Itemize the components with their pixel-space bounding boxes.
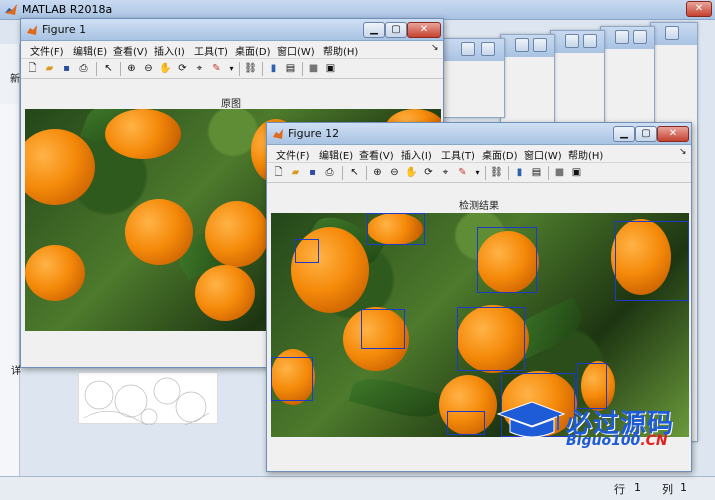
hide-plot-tools-icon[interactable]: ■ [306, 62, 321, 76]
detection-box [295, 239, 319, 263]
detection-box [271, 357, 313, 401]
hide-plot-tools-icon[interactable]: ■ [552, 166, 567, 180]
save-icon[interactable]: ▪ [305, 166, 320, 180]
edge-image-thumbnail [78, 372, 218, 429]
figure-12-toolbar: 🗋 ▰ ▪ ⎙ ↖ ⊕ ⊖ ✋ ⟳ ⌖ ✎ ▾ ⛓ ▮ ▤ ■ ▣ [267, 162, 691, 183]
figure-12-menu-bar: 文件(F) 编辑(E) 查看(V) 插入(I) 工具(T) 桌面(D) 窗口(W… [267, 145, 691, 162]
new-figure-icon[interactable]: 🗋 [271, 166, 286, 180]
menu-insert[interactable]: 插入(I) [401, 147, 432, 162]
detection-box [477, 227, 537, 293]
figure-1-title-bar[interactable]: Figure 1 ▁ ▢ ✕ [21, 19, 443, 41]
pointer-icon[interactable]: ↖ [347, 166, 362, 180]
figure-1-menu-bar: 文件(F) 编辑(E) 查看(V) 插入(I) 工具(T) 桌面(D) 窗口(W… [21, 41, 443, 58]
menu-file[interactable]: 文件(F) [276, 147, 310, 162]
graduation-cap-icon [496, 401, 566, 438]
show-plot-tools-icon[interactable]: ▣ [569, 166, 584, 180]
detection-box [447, 411, 485, 435]
minimize-button[interactable]: ▁ [363, 22, 385, 38]
minimize-button[interactable]: ▁ [613, 126, 635, 142]
menu-view[interactable]: 查看(V) [113, 43, 148, 58]
background-figure-window[interactable] [440, 38, 505, 118]
menu-insert[interactable]: 插入(I) [154, 43, 185, 58]
zoom-out-icon[interactable]: ⊖ [387, 166, 402, 180]
matlab-logo-icon [5, 4, 17, 15]
close-button[interactable]: ✕ [657, 126, 689, 142]
data-cursor-icon[interactable]: ⌖ [192, 62, 207, 76]
figure-1-toolbar: 🗋 ▰ ▪ ⎙ ↖ ⊕ ⊖ ✋ ⟳ ⌖ ✎ ▾ ⛓ ▮ ▤ ■ ▣ [21, 58, 443, 79]
zoom-out-icon[interactable]: ⊖ [141, 62, 156, 76]
matlab-title: MATLAB R2018a [22, 3, 113, 16]
brush-dropdown-icon[interactable]: ▾ [470, 166, 485, 180]
legend-icon[interactable]: ▤ [283, 62, 298, 76]
rotate-icon[interactable]: ⟳ [421, 166, 436, 180]
open-icon[interactable]: ▰ [42, 62, 57, 76]
print-icon[interactable]: ⎙ [322, 166, 337, 180]
matlab-close-button[interactable]: ✕ [686, 1, 712, 17]
detection-box [457, 307, 525, 371]
print-icon[interactable]: ⎙ [76, 62, 91, 76]
figure-12-title: Figure 12 [288, 127, 340, 140]
detection-box [367, 213, 425, 245]
menu-file[interactable]: 文件(F) [30, 43, 64, 58]
menu-edit[interactable]: 编辑(E) [73, 43, 107, 58]
save-icon[interactable]: ▪ [59, 62, 74, 76]
maximize-button[interactable]: ▢ [635, 126, 657, 142]
status-col-value: 1 [680, 481, 687, 494]
close-button[interactable]: ✕ [407, 22, 441, 38]
show-plot-tools-icon[interactable]: ▣ [323, 62, 338, 76]
axes-title: 原图 [221, 99, 241, 110]
detection-box [615, 221, 689, 301]
pointer-icon[interactable]: ↖ [101, 62, 116, 76]
open-icon[interactable]: ▰ [288, 166, 303, 180]
status-row-label: 行 [614, 483, 625, 496]
menu-desktop[interactable]: 桌面(D) [482, 147, 518, 162]
brush-icon[interactable]: ✎ [455, 166, 470, 180]
brush-dropdown-icon[interactable]: ▾ [224, 62, 239, 76]
new-label[interactable]: 新 [10, 70, 20, 85]
brush-icon[interactable]: ✎ [209, 62, 224, 76]
pan-icon[interactable]: ✋ [158, 62, 173, 76]
menu-edit[interactable]: 编辑(E) [319, 147, 353, 162]
axes-title: 检测结果 [459, 201, 499, 212]
data-cursor-icon[interactable]: ⌖ [438, 166, 453, 180]
matlab-logo-icon [273, 129, 283, 139]
pan-icon[interactable]: ✋ [404, 166, 419, 180]
menu-tools[interactable]: 工具(T) [441, 147, 475, 162]
status-col-label: 列 [662, 483, 673, 496]
zoom-in-icon[interactable]: ⊕ [370, 166, 385, 180]
menu-help[interactable]: 帮助(H) [568, 147, 603, 162]
matlab-status-bar [0, 476, 715, 500]
zoom-in-icon[interactable]: ⊕ [124, 62, 139, 76]
menu-view[interactable]: 查看(V) [359, 147, 394, 162]
watermark-url: Biguo100.CN [566, 433, 668, 449]
menu-tools[interactable]: 工具(T) [194, 43, 228, 58]
colorbar-icon[interactable]: ▮ [266, 62, 281, 76]
figure-1-title: Figure 1 [42, 23, 87, 36]
rotate-icon[interactable]: ⟳ [175, 62, 190, 76]
link-icon[interactable]: ⛓ [243, 62, 258, 76]
status-row-value: 1 [634, 481, 641, 494]
menu-window[interactable]: 窗口(W) [277, 43, 315, 58]
menu-dock-arrow-icon[interactable]: ↘ [431, 43, 439, 53]
maximize-button[interactable]: ▢ [385, 22, 407, 38]
menu-window[interactable]: 窗口(W) [524, 147, 562, 162]
legend-icon[interactable]: ▤ [529, 166, 544, 180]
figure-12-title-bar[interactable]: Figure 12 ▁ ▢ ✕ [267, 123, 691, 145]
colorbar-icon[interactable]: ▮ [512, 166, 527, 180]
link-icon[interactable]: ⛓ [489, 166, 504, 180]
detection-box [361, 309, 405, 349]
matlab-command-area [0, 104, 20, 476]
menu-dock-arrow-icon[interactable]: ↘ [679, 147, 687, 157]
matlab-logo-icon [27, 25, 37, 35]
menu-desktop[interactable]: 桌面(D) [235, 43, 271, 58]
menu-help[interactable]: 帮助(H) [323, 43, 358, 58]
new-figure-icon[interactable]: 🗋 [25, 62, 40, 76]
